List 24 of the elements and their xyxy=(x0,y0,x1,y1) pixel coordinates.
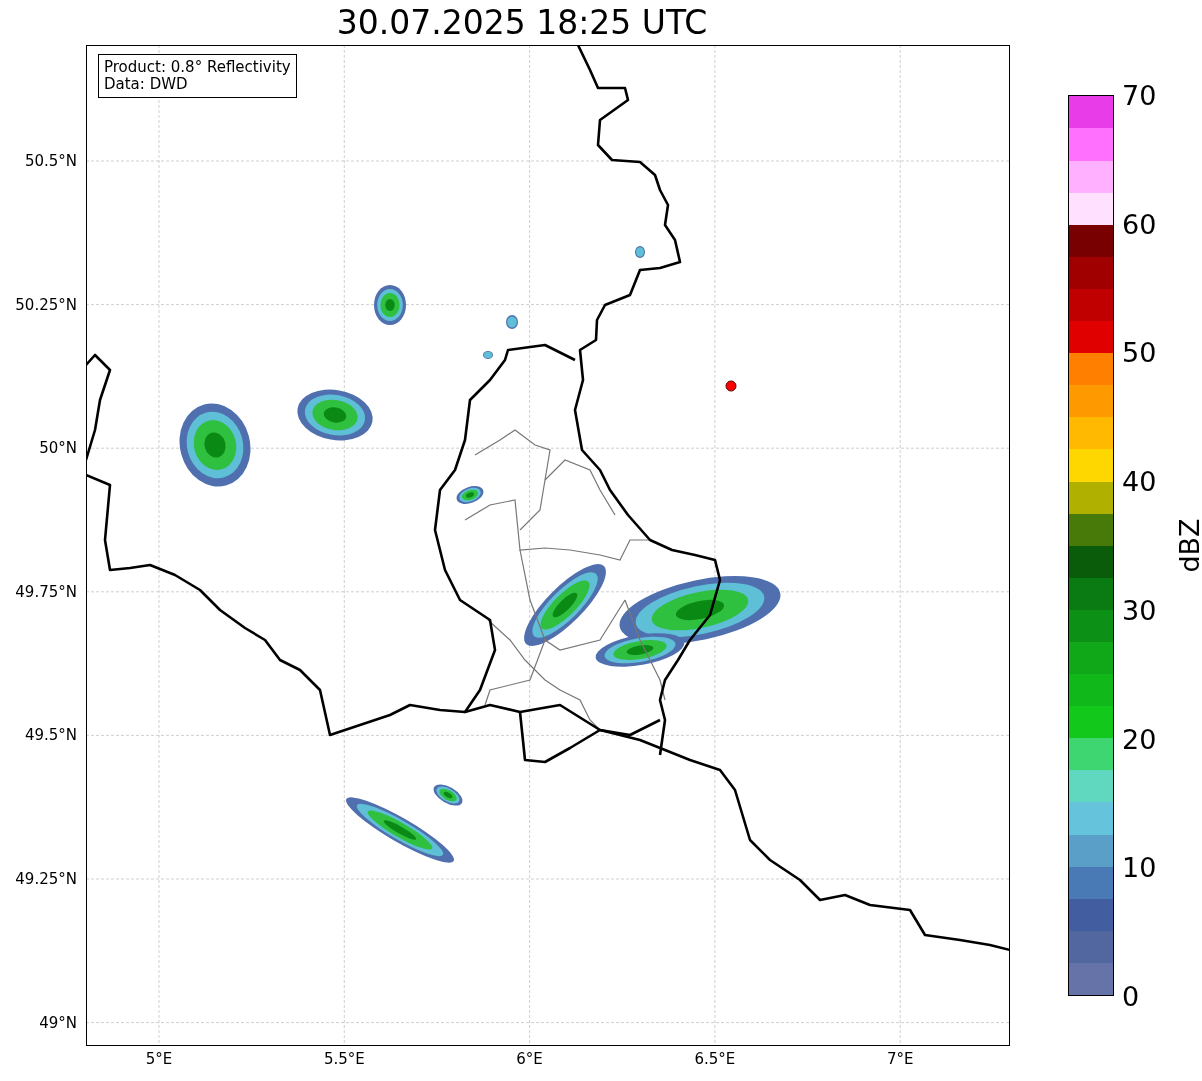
axis-tick-label: 49°N xyxy=(39,1013,77,1032)
axis-tick-label: 49.5°N xyxy=(24,726,77,745)
colorbar-tick-label: 60 xyxy=(1122,210,1157,238)
legend-text: Product: 0.8° Reflectivity xyxy=(104,59,291,76)
colorbar-label: dBZ xyxy=(1173,518,1202,573)
legend-text: Data: DWD xyxy=(104,76,189,93)
axis-tick-label: 50.5°N xyxy=(24,152,77,170)
colorbar-tick-label: 0 xyxy=(1122,982,1140,1010)
chart-title: 30.07.2025 18:25 UTC xyxy=(335,2,709,44)
axis-tick-label: 49.75°N xyxy=(15,582,77,601)
colorbar-tick-label: 70 xyxy=(1122,81,1157,109)
axis-tick-label: 5.5°E xyxy=(323,1050,365,1068)
axis-tick-label: 6.5°E xyxy=(694,1050,736,1068)
colorbar-tick-label: 40 xyxy=(1122,467,1157,495)
colorbar-tick-label: 50 xyxy=(1122,338,1157,366)
axis-tick-label: 49.25°N xyxy=(15,870,77,888)
colorbar-tick-label: 20 xyxy=(1122,725,1157,753)
axis-tick-label: 50°N xyxy=(39,439,77,458)
axis-tick-label: 7°E xyxy=(886,1050,914,1068)
colorbar-tick-label: 10 xyxy=(1122,853,1157,881)
axis-tick-label: 6°E xyxy=(516,1050,543,1068)
axis-tick-label: 50.25°N xyxy=(15,295,77,314)
colorbar-tick-label: 30 xyxy=(1122,596,1157,624)
axis-tick-label: 5°E xyxy=(145,1050,173,1068)
